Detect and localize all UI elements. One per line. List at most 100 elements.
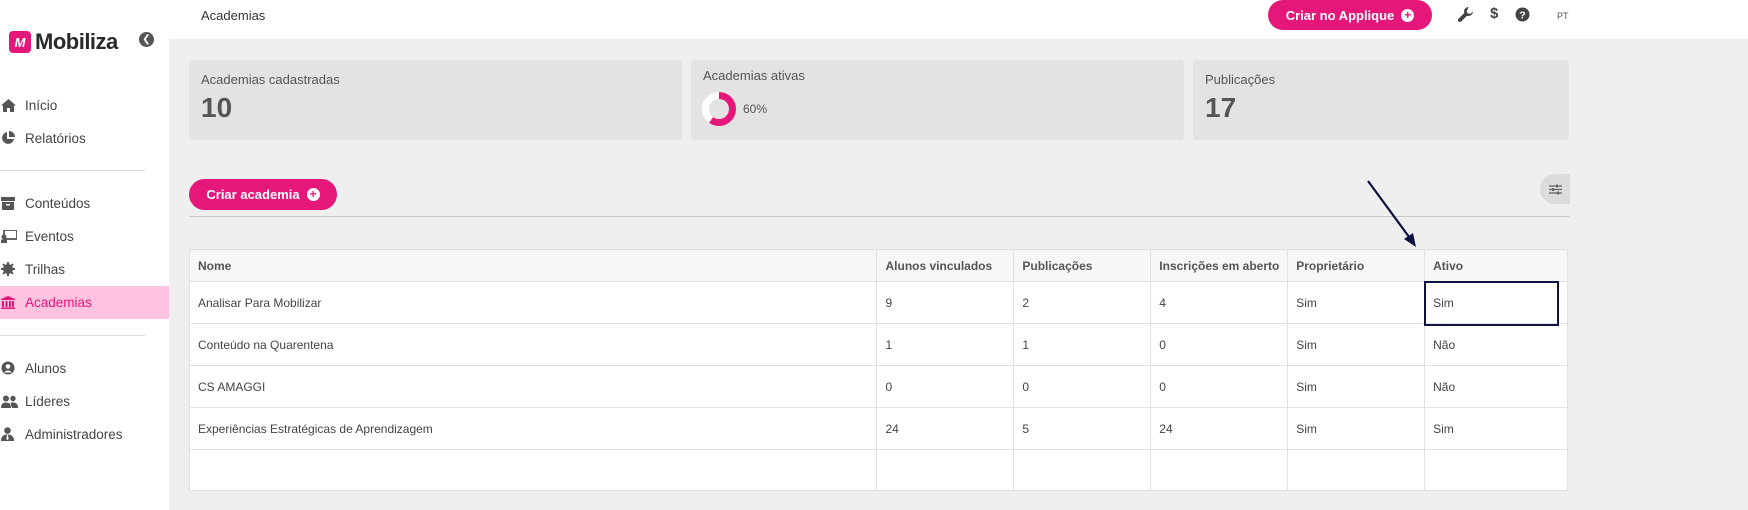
plus-circle-icon: +: [1401, 8, 1415, 22]
cell-publicacoes: 2: [1014, 282, 1152, 323]
cell-nome[interactable]: Experiências Estratégicas de Aprendizage…: [190, 408, 878, 449]
collapse-sidebar-icon[interactable]: ❮: [139, 32, 154, 47]
create-academia-button[interactable]: Criar academia +: [189, 179, 337, 210]
presentation-icon: [0, 229, 25, 243]
create-applique-label: Criar no Applique: [1285, 7, 1395, 23]
logo-text: Mobiliza: [35, 29, 118, 54]
sidebar-item-academias[interactable]: Academias: [0, 286, 169, 319]
cell-alunos: [877, 450, 1015, 490]
stat-value: 10: [201, 92, 233, 123]
sidebar-item-label: Alunos: [25, 360, 67, 376]
column-header-inscricoes[interactable]: Inscrições em aberto: [1151, 250, 1289, 281]
cell-publicacoes: 0: [1014, 366, 1152, 407]
cell-proprietario: Sim: [1288, 408, 1426, 449]
sidebar-item-trilhas[interactable]: Trilhas: [0, 253, 169, 285]
plus-circle-icon: +: [306, 188, 320, 201]
archive-icon: [0, 196, 25, 210]
table-row[interactable]: CS AMAGGI 0 0 0 Sim Não: [190, 366, 1567, 408]
sidebar-divider: [0, 335, 145, 336]
dollar-icon[interactable]: $: [1490, 5, 1498, 22]
sidebar-item-label: Eventos: [25, 228, 74, 244]
donut-chart: [702, 92, 736, 126]
cell-ativo: Não: [1433, 379, 1456, 394]
table-row[interactable]: [190, 450, 1567, 490]
cell-alunos: 1: [877, 324, 1015, 365]
svg-text:?: ?: [1519, 9, 1525, 21]
stat-value: 17: [1205, 92, 1237, 123]
stat-label: Academias cadastradas: [201, 72, 340, 87]
column-header-alunos[interactable]: Alunos vinculados: [877, 250, 1015, 281]
help-icon[interactable]: ?: [1515, 7, 1530, 25]
language-selector[interactable]: PT: [1557, 11, 1569, 21]
cell-nome[interactable]: [190, 450, 878, 490]
sidebar-item-label: Relatórios: [25, 130, 86, 146]
cell-ativo: [1425, 450, 1567, 490]
stat-card-cadastradas: Academias cadastradas 10: [189, 60, 682, 140]
cell-alunos: 24: [877, 408, 1015, 449]
filter-settings-button[interactable]: [1540, 174, 1570, 204]
wrench-icon[interactable]: [1457, 7, 1473, 25]
cell-publicacoes: 5: [1014, 408, 1152, 449]
user-tie-icon: [0, 427, 25, 441]
stat-card-publicacoes: Publicações 17: [1193, 60, 1569, 140]
table-row[interactable]: Experiências Estratégicas de Aprendizage…: [190, 408, 1567, 450]
cell-nome[interactable]: Conteúdo na Quarentena: [190, 324, 878, 365]
logo-mark: M: [9, 31, 31, 53]
cell-ativo: Sim: [1433, 421, 1454, 436]
cell-proprietario: Sim: [1288, 366, 1426, 407]
table-header-row: Nome Alunos vinculados Publicações Inscr…: [190, 250, 1567, 282]
sidebar-item-eventos[interactable]: Eventos: [0, 220, 169, 252]
cell-publicacoes: [1014, 450, 1152, 490]
table-row[interactable]: Analisar Para Mobilizar 9 2 4 Sim Sim: [190, 282, 1567, 324]
sidebar-item-lideres[interactable]: Líderes: [0, 385, 169, 417]
chart-pie-icon: [0, 131, 25, 145]
cell-proprietario: [1288, 450, 1426, 490]
cell-inscricoes: [1151, 450, 1289, 490]
sidebar-item-label: Academias: [25, 295, 92, 310]
column-header-nome[interactable]: Nome: [190, 250, 878, 281]
column-header-publicacoes[interactable]: Publicações: [1014, 250, 1152, 281]
column-header-ativo[interactable]: Ativo: [1425, 250, 1567, 281]
sidebar-item-label: Início: [25, 97, 58, 113]
sidebar-item-conteudos[interactable]: Conteúdos: [0, 187, 169, 219]
cell-nome[interactable]: CS AMAGGI: [190, 366, 878, 407]
cell-alunos: 9: [877, 282, 1015, 323]
cell-proprietario: Sim: [1288, 324, 1426, 365]
annotation-arrow-icon: [1367, 180, 1416, 247]
stat-label: Publicações: [1205, 72, 1276, 87]
stat-label: Academias ativas: [703, 68, 805, 83]
table-row[interactable]: Conteúdo na Quarentena 1 1 0 Sim Não: [190, 324, 1567, 366]
cell-inscricoes: 0: [1151, 366, 1289, 407]
sidebar-divider: [0, 170, 145, 171]
create-applique-button[interactable]: Criar no Applique +: [1268, 0, 1432, 30]
column-header-proprietario[interactable]: Proprietário: [1288, 250, 1426, 281]
cell-proprietario: Sim: [1288, 282, 1426, 323]
sidebar-item-inicio[interactable]: Início: [0, 89, 169, 121]
sidebar-item-label: Líderes: [25, 393, 71, 409]
sidebar-item-relatorios[interactable]: Relatórios: [0, 122, 169, 154]
users-icon: [0, 395, 25, 408]
sidebar-item-administradores[interactable]: Administradores: [0, 418, 169, 450]
annotation-highlight-box: [1424, 281, 1559, 326]
gear-badge-icon: [0, 262, 25, 276]
donut-percent: 60%: [743, 102, 768, 116]
cell-inscricoes: 24: [1151, 408, 1289, 449]
cell-inscricoes: 0: [1151, 324, 1289, 365]
sidebar: M Mobiliza ❮ Início Relatórios Conteúdos…: [0, 0, 169, 510]
sidebar-item-alunos[interactable]: Alunos: [0, 352, 169, 384]
user-circle-icon: [0, 361, 25, 375]
sidebar-item-label: Conteúdos: [25, 195, 91, 211]
breadcrumb: Academias: [201, 8, 266, 23]
top-bar: Academias: [169, 0, 1748, 39]
institution-icon: [0, 296, 25, 309]
academias-table: Nome Alunos vinculados Publicações Inscr…: [189, 249, 1568, 491]
sliders-icon: [1548, 184, 1562, 194]
cell-alunos: 0: [877, 366, 1015, 407]
logo[interactable]: M Mobiliza: [9, 29, 118, 55]
sidebar-item-label: Trilhas: [25, 261, 66, 277]
cell-publicacoes: 1: [1014, 324, 1152, 365]
stat-card-ativas: Academias ativas 60%: [691, 60, 1184, 140]
create-academia-label: Criar academia: [206, 187, 300, 202]
sidebar-item-label: Administradores: [25, 426, 123, 442]
cell-nome[interactable]: Analisar Para Mobilizar: [190, 282, 878, 323]
